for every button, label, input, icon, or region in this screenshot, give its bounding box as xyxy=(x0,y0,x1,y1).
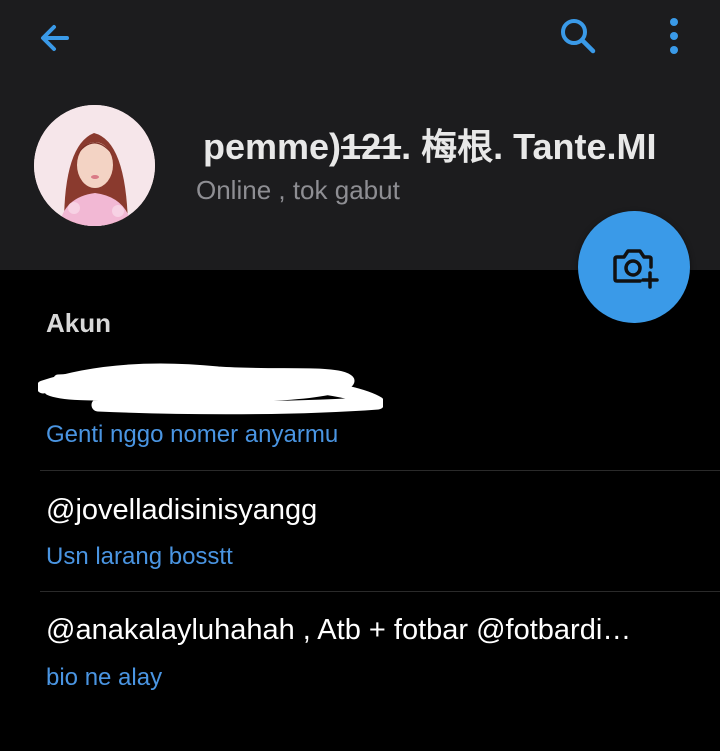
section-title-account: Akun xyxy=(46,308,111,338)
username-value: @jovelladisinisyangg xyxy=(46,494,318,526)
search-icon xyxy=(561,19,596,54)
name-prefix: pemme) xyxy=(203,126,342,167)
username-row[interactable] xyxy=(0,471,720,591)
phone-hint: Genti nggo nomer anyarmu xyxy=(46,421,339,448)
search-button[interactable] xyxy=(550,8,606,64)
redacted-phone-scribble xyxy=(38,363,383,415)
more-options-button[interactable] xyxy=(646,8,702,64)
bio-hint: bio ne alay xyxy=(46,664,163,691)
arrow-left-icon xyxy=(41,25,69,51)
profile-name: pemme)121. 梅根. Tante.MI xyxy=(203,124,708,170)
username-hint: Usn larang bosstt xyxy=(46,543,233,570)
avatar-photo xyxy=(34,105,155,226)
avatar[interactable] xyxy=(34,105,155,226)
bio-value: @anakalayluhahah , Atb + fotbar @fotbard… xyxy=(46,614,632,646)
name-struck: 121 xyxy=(341,126,402,167)
bio-row[interactable] xyxy=(0,592,720,712)
more-vertical-icon xyxy=(670,18,678,54)
set-photo-button[interactable] xyxy=(578,211,690,323)
back-button[interactable] xyxy=(27,10,83,66)
profile-status: Online , tok gabut xyxy=(196,175,400,205)
add-photo-icon xyxy=(613,249,659,289)
name-suffix: . 梅根. Tante.MI xyxy=(401,126,657,167)
